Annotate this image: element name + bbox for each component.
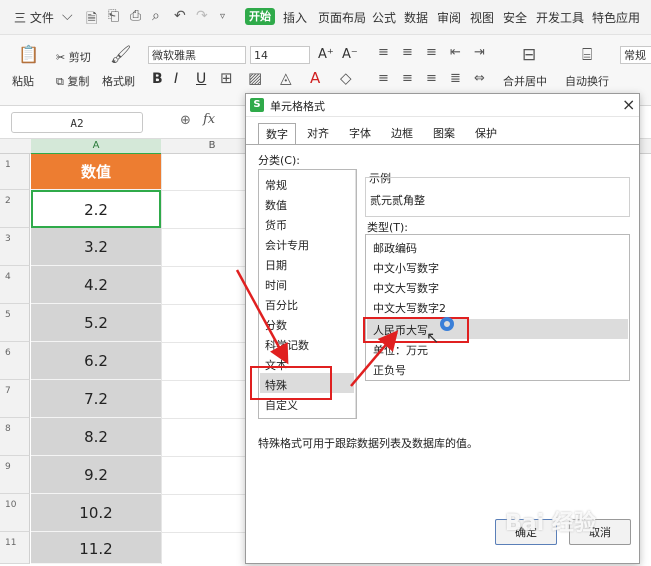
arrow-to-type (350, 330, 399, 387)
annotation-arrows (235, 269, 399, 387)
arrow-to-category (235, 269, 289, 365)
watermark-logo-icon: Bai 经验 (505, 511, 596, 536)
